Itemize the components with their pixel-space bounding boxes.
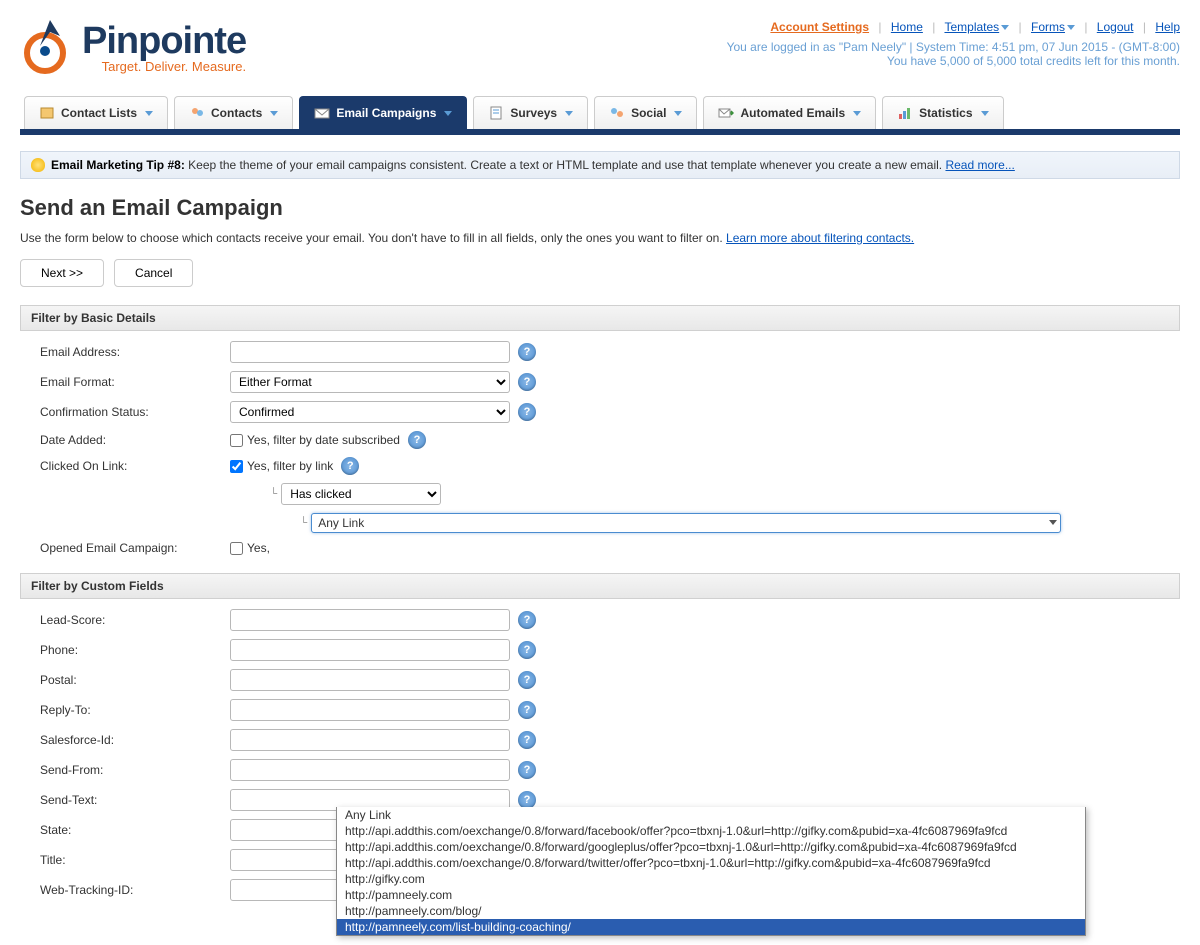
help-icon[interactable] (518, 403, 536, 421)
help-icon[interactable] (518, 731, 536, 749)
link-option[interactable]: http://pamneely.com/list-building-coachi… (337, 919, 1085, 935)
help-icon[interactable] (518, 641, 536, 659)
tip-text: Keep the theme of your email campaigns c… (188, 158, 942, 172)
label-custom-field: Phone: (20, 643, 230, 657)
link-option[interactable]: http://pamneely.com/blog/ (337, 903, 1085, 919)
chevron-down-icon[interactable] (1067, 25, 1075, 30)
checkbox-clicked-link-label: Yes, filter by link (247, 459, 333, 473)
label-custom-field: Web-Tracking-ID: (20, 883, 230, 897)
select-link[interactable]: Any Link (311, 513, 1061, 533)
help-icon[interactable] (518, 701, 536, 719)
label-clicked-link: Clicked On Link: (20, 459, 230, 473)
help-icon[interactable] (518, 761, 536, 779)
help-icon[interactable] (341, 457, 359, 475)
logged-in-text: You are logged in as "Pam Neely" (727, 40, 907, 54)
label-custom-field: Send-Text: (20, 793, 230, 807)
link-templates[interactable]: Templates (944, 20, 999, 34)
tip-label: Email Marketing Tip #8: (51, 158, 185, 172)
next-button[interactable]: Next >> (20, 259, 104, 287)
help-icon[interactable] (408, 431, 426, 449)
chevron-down-icon[interactable] (1001, 25, 1009, 30)
tab-contact-lists[interactable]: Contact Lists (24, 96, 168, 129)
help-icon[interactable] (518, 373, 536, 391)
checkbox-opened-campaign-label: Yes, (247, 541, 270, 555)
link-home[interactable]: Home (891, 20, 923, 34)
link-forms[interactable]: Forms (1031, 20, 1065, 34)
tab-email-campaigns[interactable]: Email Campaigns (299, 96, 467, 129)
label-email-address: Email Address: (20, 345, 230, 359)
label-custom-field: Lead-Score: (20, 613, 230, 627)
tab-social[interactable]: Social (594, 96, 697, 129)
page-intro: Use the form below to choose which conta… (20, 231, 1180, 245)
tip-bar: Email Marketing Tip #8: Keep the theme o… (20, 151, 1180, 179)
tab-contacts[interactable]: Contacts (174, 96, 293, 129)
input-postal[interactable] (230, 669, 510, 691)
top-links: Account Settings | Home | Templates | Fo… (727, 20, 1180, 34)
link-help[interactable]: Help (1155, 20, 1180, 34)
page-title: Send an Email Campaign (20, 195, 1180, 221)
input-reply-to[interactable] (230, 699, 510, 721)
input-email-address[interactable] (230, 341, 510, 363)
label-custom-field: Reply-To: (20, 703, 230, 717)
link-option[interactable]: http://api.addthis.com/oexchange/0.8/for… (337, 823, 1085, 839)
header: Pinpointe Target. Deliver. Measure. Acco… (20, 10, 1180, 96)
link-learn-more[interactable]: Learn more about filtering contacts. (726, 231, 914, 245)
tab-surveys[interactable]: Surveys (473, 96, 588, 129)
cancel-button[interactable]: Cancel (114, 259, 193, 287)
credits-text: You have 5,000 of 5,000 total credits le… (887, 54, 1180, 68)
label-custom-field: Salesforce-Id: (20, 733, 230, 747)
label-email-format: Email Format: (20, 375, 230, 389)
label-custom-field: Send-From: (20, 763, 230, 777)
checkbox-clicked-link[interactable] (230, 460, 243, 473)
tip-read-more[interactable]: Read more... (945, 158, 1014, 172)
input-phone[interactable] (230, 639, 510, 661)
help-icon[interactable] (518, 343, 536, 361)
link-option[interactable]: http://api.addthis.com/oexchange/0.8/for… (337, 855, 1085, 871)
link-account-settings[interactable]: Account Settings (770, 20, 869, 34)
select-click-condition[interactable]: Has clicked (281, 483, 441, 505)
label-date-added: Date Added: (20, 433, 230, 447)
help-icon[interactable] (518, 611, 536, 629)
link-option[interactable]: Any Link (337, 807, 1085, 823)
input-send-from[interactable] (230, 759, 510, 781)
label-custom-field: State: (20, 823, 230, 837)
checkbox-date-added-label: Yes, filter by date subscribed (247, 433, 400, 447)
label-opened-campaign: Opened Email Campaign: (20, 541, 230, 555)
link-logout[interactable]: Logout (1097, 20, 1134, 34)
label-custom-field: Title: (20, 853, 230, 867)
select-email-format[interactable]: Either Format (230, 371, 510, 393)
select-link-value[interactable]: Any Link (311, 513, 1061, 533)
section-custom-fields: Filter by Custom Fields (20, 573, 1180, 599)
lightbulb-icon (31, 158, 45, 172)
input-lead-score[interactable] (230, 609, 510, 631)
tab-statistics[interactable]: Statistics (882, 96, 1003, 129)
checkbox-date-added[interactable] (230, 434, 243, 447)
logo-name: Pinpointe (82, 20, 246, 63)
link-option[interactable]: http://gifky.com (337, 871, 1085, 887)
link-dropdown-panel: Any Linkhttp://api.addthis.com/oexchange… (336, 807, 1086, 936)
main-nav: Contact ListsContactsEmail CampaignsSurv… (20, 96, 1180, 135)
link-option[interactable]: http://pamneely.com (337, 887, 1085, 903)
logo-mark-icon (20, 20, 76, 76)
help-icon[interactable] (518, 671, 536, 689)
checkbox-opened-campaign[interactable] (230, 542, 243, 555)
system-time-text: System Time: 4:51 pm, 07 Jun 2015 - (GMT… (916, 40, 1180, 54)
label-confirmation-status: Confirmation Status: (20, 405, 230, 419)
label-custom-field: Postal: (20, 673, 230, 687)
tab-automated-emails[interactable]: Automated Emails (703, 96, 876, 129)
logo-tagline: Target. Deliver. Measure. (102, 59, 247, 74)
section-basic-details: Filter by Basic Details (20, 305, 1180, 331)
logo[interactable]: Pinpointe Target. Deliver. Measure. (20, 20, 246, 76)
link-option[interactable]: http://api.addthis.com/oexchange/0.8/for… (337, 839, 1085, 855)
select-confirmation-status[interactable]: Confirmed (230, 401, 510, 423)
input-salesforce-id[interactable] (230, 729, 510, 751)
